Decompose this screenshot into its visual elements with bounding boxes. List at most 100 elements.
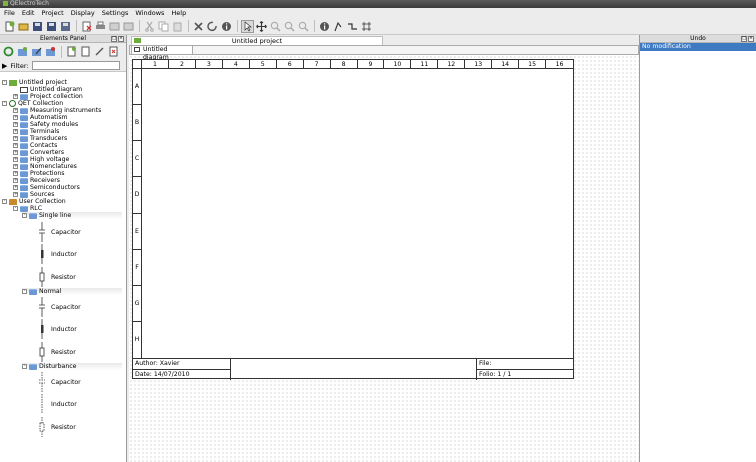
delete-element-icon[interactable] bbox=[107, 45, 120, 58]
expand-toggle[interactable]: + bbox=[13, 94, 18, 99]
tree-item-rlc[interactable]: - RLC bbox=[13, 205, 42, 212]
open-element-icon[interactable] bbox=[79, 45, 92, 58]
tree-item-project-collection[interactable]: + Project collection bbox=[13, 93, 83, 100]
expand-toggle[interactable]: + bbox=[13, 150, 18, 155]
element-inductor[interactable]: Inductor bbox=[38, 243, 77, 265]
tree-item-qet-collection[interactable]: - QET Collection bbox=[2, 100, 63, 107]
tree-item-measuring-instruments[interactable]: + Measuring instruments bbox=[13, 107, 101, 114]
delete-category-icon[interactable] bbox=[44, 45, 57, 58]
collapse-toggle[interactable]: - bbox=[22, 213, 27, 218]
menu-edit[interactable]: Edit bbox=[22, 9, 35, 17]
collapse-toggle[interactable]: - bbox=[22, 289, 27, 294]
print-icon[interactable] bbox=[94, 20, 107, 33]
collapse-toggle[interactable]: - bbox=[2, 101, 7, 106]
conductor-icon[interactable] bbox=[346, 20, 359, 33]
tree-item-sources[interactable]: + Sources bbox=[13, 191, 54, 198]
element-capacitor[interactable]: Capacitor bbox=[38, 371, 81, 393]
tree-item-protections[interactable]: + Protections bbox=[13, 170, 65, 177]
close-panel-icon[interactable]: × bbox=[118, 36, 124, 42]
tree-item-normal[interactable]: - Normal bbox=[22, 288, 122, 295]
tree-item-semiconductors[interactable]: + Semiconductors bbox=[13, 184, 80, 191]
paste-icon[interactable] bbox=[171, 20, 184, 33]
open-icon[interactable] bbox=[17, 20, 30, 33]
new-project-icon[interactable] bbox=[3, 20, 16, 33]
zoom-out-icon[interactable] bbox=[283, 20, 296, 33]
save-as-icon[interactable] bbox=[45, 20, 58, 33]
undo-icon[interactable] bbox=[108, 20, 121, 33]
tree-item-receivers[interactable]: + Receivers bbox=[13, 177, 60, 184]
expand-toggle[interactable]: + bbox=[13, 164, 18, 169]
menu-display[interactable]: Display bbox=[71, 9, 95, 17]
select-icon[interactable] bbox=[241, 19, 254, 33]
element-resistor[interactable]: Resistor bbox=[38, 416, 76, 438]
new-category-icon[interactable] bbox=[16, 45, 29, 58]
collapse-toggle[interactable]: - bbox=[13, 206, 18, 211]
grid-icon[interactable] bbox=[360, 20, 373, 33]
close-icon[interactable] bbox=[80, 20, 93, 33]
expand-toggle[interactable]: + bbox=[13, 157, 18, 162]
diagram-tab[interactable]: Untitled diagram bbox=[131, 45, 193, 61]
tree-item-contacts[interactable]: + Contacts bbox=[13, 142, 57, 149]
menu-windows[interactable]: Windows bbox=[135, 9, 164, 17]
tree-item-high-voltage[interactable]: + High voltage bbox=[13, 156, 69, 163]
expand-toggle[interactable]: + bbox=[13, 108, 18, 113]
collapse-toggle[interactable]: - bbox=[2, 199, 7, 204]
menu-file[interactable]: File bbox=[4, 9, 15, 17]
project-tab[interactable]: Untitled project bbox=[131, 36, 383, 45]
add-text-icon[interactable] bbox=[318, 20, 331, 33]
zoom-fit-icon[interactable] bbox=[297, 20, 310, 33]
expand-toggle[interactable]: + bbox=[13, 171, 18, 176]
zoom-in-icon[interactable] bbox=[269, 20, 282, 33]
element-capacitor[interactable]: Capacitor bbox=[38, 221, 81, 243]
menu-help[interactable]: Help bbox=[171, 9, 186, 17]
element-inductor[interactable]: Inductor bbox=[38, 318, 77, 340]
expand-toggle[interactable]: + bbox=[13, 115, 18, 120]
expand-toggle[interactable]: + bbox=[13, 178, 18, 183]
move-icon[interactable] bbox=[255, 20, 268, 33]
tree-item-nomenclatures[interactable]: + Nomenclatures bbox=[13, 163, 77, 170]
element-capacitor[interactable]: Capacitor bbox=[38, 296, 81, 318]
tree-item-user-collection[interactable]: - User Collection bbox=[2, 198, 66, 205]
tree-item-automatism[interactable]: + Automatism bbox=[13, 114, 68, 121]
close-panel-icon[interactable]: × bbox=[748, 36, 754, 42]
add-conductor-icon[interactable] bbox=[332, 20, 345, 33]
tree-item-converters[interactable]: + Converters bbox=[13, 149, 64, 156]
tree-item-untitled-project[interactable]: - Untitled project bbox=[2, 79, 67, 86]
tree-item-transducers[interactable]: + Transducers bbox=[13, 135, 67, 142]
tree-item-safety-modules[interactable]: + Safety modules bbox=[13, 121, 78, 128]
element-resistor[interactable]: Resistor bbox=[38, 266, 76, 288]
tree-item-disturbance[interactable]: - Disturbance bbox=[22, 363, 122, 370]
collapse-toggle[interactable]: - bbox=[22, 364, 27, 369]
rotate-icon[interactable] bbox=[206, 20, 219, 33]
expand-toggle[interactable]: + bbox=[13, 185, 18, 190]
edit-element-icon[interactable] bbox=[93, 45, 106, 58]
save-icon[interactable] bbox=[31, 20, 44, 33]
float-panel-icon[interactable]: □ bbox=[741, 36, 747, 42]
undo-item[interactable]: No modification bbox=[640, 43, 756, 51]
cut-icon[interactable] bbox=[143, 20, 156, 33]
new-element-icon[interactable] bbox=[65, 45, 78, 58]
expand-toggle[interactable]: + bbox=[13, 136, 18, 141]
menu-settings[interactable]: Settings bbox=[102, 9, 129, 17]
float-panel-icon[interactable]: □ bbox=[111, 36, 117, 42]
expand-toggle[interactable]: + bbox=[13, 129, 18, 134]
element-resistor[interactable]: Resistor bbox=[38, 341, 76, 363]
filter-input[interactable] bbox=[31, 61, 120, 70]
copy-icon[interactable] bbox=[157, 20, 170, 33]
reload-icon[interactable] bbox=[2, 45, 15, 58]
tree-item-label: User Collection bbox=[19, 198, 66, 205]
expand-toggle[interactable]: + bbox=[13, 143, 18, 148]
delete-icon[interactable] bbox=[192, 20, 205, 33]
collapse-toggle[interactable]: - bbox=[2, 80, 7, 85]
tree-item-untitled-diagram[interactable]: Untitled diagram bbox=[20, 86, 82, 93]
expand-toggle[interactable]: + bbox=[13, 122, 18, 127]
properties-icon[interactable] bbox=[220, 20, 233, 33]
element-inductor[interactable]: Inductor bbox=[38, 393, 77, 415]
expand-toggle[interactable]: + bbox=[13, 192, 18, 197]
edit-category-icon[interactable] bbox=[30, 45, 43, 58]
save-all-icon[interactable] bbox=[59, 20, 72, 33]
redo-icon[interactable] bbox=[122, 20, 135, 33]
menu-project[interactable]: Project bbox=[41, 9, 63, 17]
tree-item-terminals[interactable]: + Terminals bbox=[13, 128, 59, 135]
tree-item-single-line[interactable]: - Single line bbox=[22, 212, 122, 219]
